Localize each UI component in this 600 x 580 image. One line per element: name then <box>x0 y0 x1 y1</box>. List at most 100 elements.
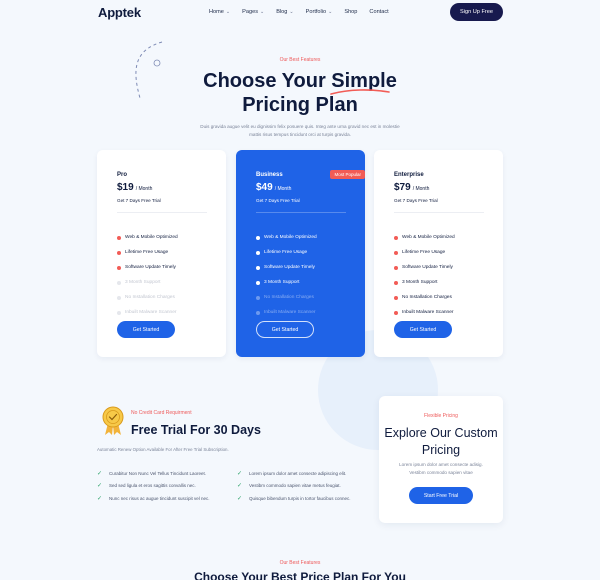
pricing-card-pro: Pro $19/ Month Get 7 Days Free Trial Web… <box>97 150 226 357</box>
bullet-dot-icon <box>117 280 121 285</box>
main-nav: Home ⌄ Pages ⌄ Blog ⌄ Portfolio ⌄ Shop Conta… <box>209 9 401 15</box>
feature-list: Web & Mobile Optimized Lifetime Free Usa… <box>256 230 317 320</box>
hero-title-line1: Choose Your Simple <box>203 70 397 92</box>
feature-item-disabled: Inbuilt Malware Scanner <box>256 305 317 320</box>
bottom-eyebrow: Our Best Features <box>279 560 321 566</box>
bottom-section-title: Choose Your Best Price Plan For You <box>194 570 406 580</box>
feature-item: Lifetime Free Usage <box>117 245 178 260</box>
list-item-text: Sed sed ligula et eros sagittis convalli… <box>109 483 196 489</box>
feature-label: No Installation Charges <box>402 295 452 300</box>
divider <box>117 212 207 213</box>
feature-item: Inbuilt Malware Scanner <box>394 305 455 320</box>
plan-trial: Get 7 Days Free Trial <box>256 198 300 203</box>
price-period: / Month <box>274 186 292 192</box>
feature-label: No Installation Charges <box>264 295 314 300</box>
pricing-card-enterprise: Enterprise $79/ Month Get 7 Days Free Tr… <box>374 150 503 357</box>
list-item: ✓ Curabitur Non Nunc Vel Tellus Tincidunt… <box>97 467 210 480</box>
feature-list: Web & Mobile Optimized Lifetime Free Usa… <box>117 230 178 320</box>
price-amount: $19 <box>117 182 134 193</box>
feature-item: Web & Mobile Optimized <box>394 230 455 245</box>
pricing-page: Apptek Home ⌄ Pages ⌄ Blog ⌄ Portfolio ⌄ Sho… <box>0 0 600 580</box>
price-amount: $49 <box>256 182 273 193</box>
bullet-dot-icon <box>394 250 398 255</box>
nav-portfolio-label: Portfolio <box>305 9 327 15</box>
get-started-button-pro[interactable]: Get Started <box>117 321 175 338</box>
plan-trial: Get 7 Days Free Trial <box>117 198 161 203</box>
list-item-text: Vestibm commodo sapien vitae metus feugi… <box>249 483 341 489</box>
nav-portfolio[interactable]: Portfolio ⌄ <box>306 9 333 15</box>
start-free-trial-button[interactable]: Start Free Trial <box>409 487 473 504</box>
price-period: / Month <box>412 186 430 192</box>
feature-label: Lifetime Free Usage <box>125 250 169 255</box>
custom-pricing-eyebrow: Flexible Pricing <box>424 413 458 419</box>
list-item: ✓ Vestibm commodo sapien vitae metus feug… <box>237 480 351 493</box>
free-trial-eyebrow: No Credit Card Requirment <box>131 410 192 416</box>
bullet-dot-icon <box>256 235 260 240</box>
free-trial-list-right: ✓ Lorem ipsum dolor amet consecte adipisc… <box>237 467 351 505</box>
nav-contact[interactable]: Contact <box>369 9 388 15</box>
custom-pricing-description: Lorem ipsum dolor amet consecte adisig. … <box>399 462 483 475</box>
feature-item: 3 Month Support <box>394 275 455 290</box>
nav-shop-label: Shop <box>344 9 358 15</box>
top-navbar: Apptek Home ⌄ Pages ⌄ Blog ⌄ Portfolio ⌄ Sho… <box>0 0 600 26</box>
feature-item-disabled: No Installation Charges <box>117 290 178 305</box>
chevron-down-icon: ⌄ <box>225 9 231 15</box>
hero-description: Duis gravida augue velit eu dignissim fe… <box>200 124 400 137</box>
get-started-button-enterprise[interactable]: Get Started <box>394 321 452 338</box>
feature-label: 3 Month Support <box>125 280 161 285</box>
custom-pricing-title: Explore Our Custom Pricing <box>384 426 498 457</box>
feature-label: Web & Mobile Optimized <box>264 235 317 240</box>
feature-label: Software Update Timely <box>125 265 176 270</box>
hero-title-line2: Pricing Plan <box>242 94 358 116</box>
feature-item: 3 Month Support <box>256 275 317 290</box>
feature-label: Inbuilt Malware Scanner <box>264 310 316 315</box>
free-trial-description: Automatic Renew Option Available For Aft… <box>97 447 229 452</box>
feature-label: Inbuilt Malware Scanner <box>125 310 177 315</box>
plan-price: $79/ Month <box>394 182 429 193</box>
nav-blog-label: Blog <box>276 9 288 15</box>
check-icon: ✓ <box>237 483 243 490</box>
bullet-dot-icon <box>256 265 260 270</box>
hero-eyebrow: Our Best Features <box>279 57 321 63</box>
list-item: ✓ Sed sed ligula et eros sagittis convall… <box>97 480 210 493</box>
get-started-button-business[interactable]: Get Started <box>256 321 314 338</box>
nav-contact-label: Contact <box>369 9 389 15</box>
nav-home[interactable]: Home ⌄ <box>209 9 230 15</box>
plan-name: Enterprise <box>394 172 424 178</box>
plan-name: Business <box>256 172 283 178</box>
plan-trial: Get 7 Days Free Trial <box>394 198 438 203</box>
chevron-down-icon: ⌄ <box>289 9 294 15</box>
sign-up-button[interactable]: Sign Up Free <box>450 3 503 21</box>
list-item-text: Nunc nec risus ac augue tincidunt suscip… <box>109 495 210 501</box>
bullet-dot-icon <box>394 235 398 240</box>
most-popular-badge: Most Popular <box>330 170 365 179</box>
bullet-dot-icon <box>117 265 121 270</box>
feature-item-disabled: No Installation Charges <box>256 290 317 305</box>
feature-item: Lifetime Free Usage <box>394 245 455 260</box>
check-icon: ✓ <box>97 470 103 477</box>
bullet-dot-icon <box>394 265 398 270</box>
feature-item: Web & Mobile Optimized <box>117 230 178 245</box>
divider <box>256 212 346 213</box>
feature-label: Web & Mobile Optimized <box>402 235 455 240</box>
free-trial-title: Free Trial For 30 Days <box>131 423 261 437</box>
list-item-text: Quisque bibendum turpis in tortor faucib… <box>249 495 351 501</box>
feature-item-disabled: 3 Month Support <box>117 275 178 290</box>
feature-label: Software Update Timely <box>402 265 453 270</box>
check-icon: ✓ <box>97 483 103 490</box>
feature-item: Software Update Timely <box>394 260 455 275</box>
feature-item: Software Update Timely <box>117 260 178 275</box>
feature-item: No Installation Charges <box>394 290 455 305</box>
nav-pages[interactable]: Pages ⌄ <box>242 9 264 15</box>
feature-label: No Installation Charges <box>125 295 175 300</box>
bullet-dot-icon <box>256 280 260 285</box>
chevron-down-icon: ⌄ <box>260 9 265 15</box>
feature-item: Web & Mobile Optimized <box>256 230 317 245</box>
nav-blog[interactable]: Blog ⌄ <box>276 9 293 15</box>
feature-label: Software Update Timely <box>264 265 315 270</box>
brand-logo[interactable]: Apptek <box>98 5 141 20</box>
nav-shop[interactable]: Shop <box>344 9 357 15</box>
free-trial-list-left: ✓ Curabitur Non Nunc Vel Tellus Tincidunt… <box>97 467 210 505</box>
bullet-dot-icon <box>117 235 121 240</box>
bullet-dot-icon <box>117 295 121 300</box>
